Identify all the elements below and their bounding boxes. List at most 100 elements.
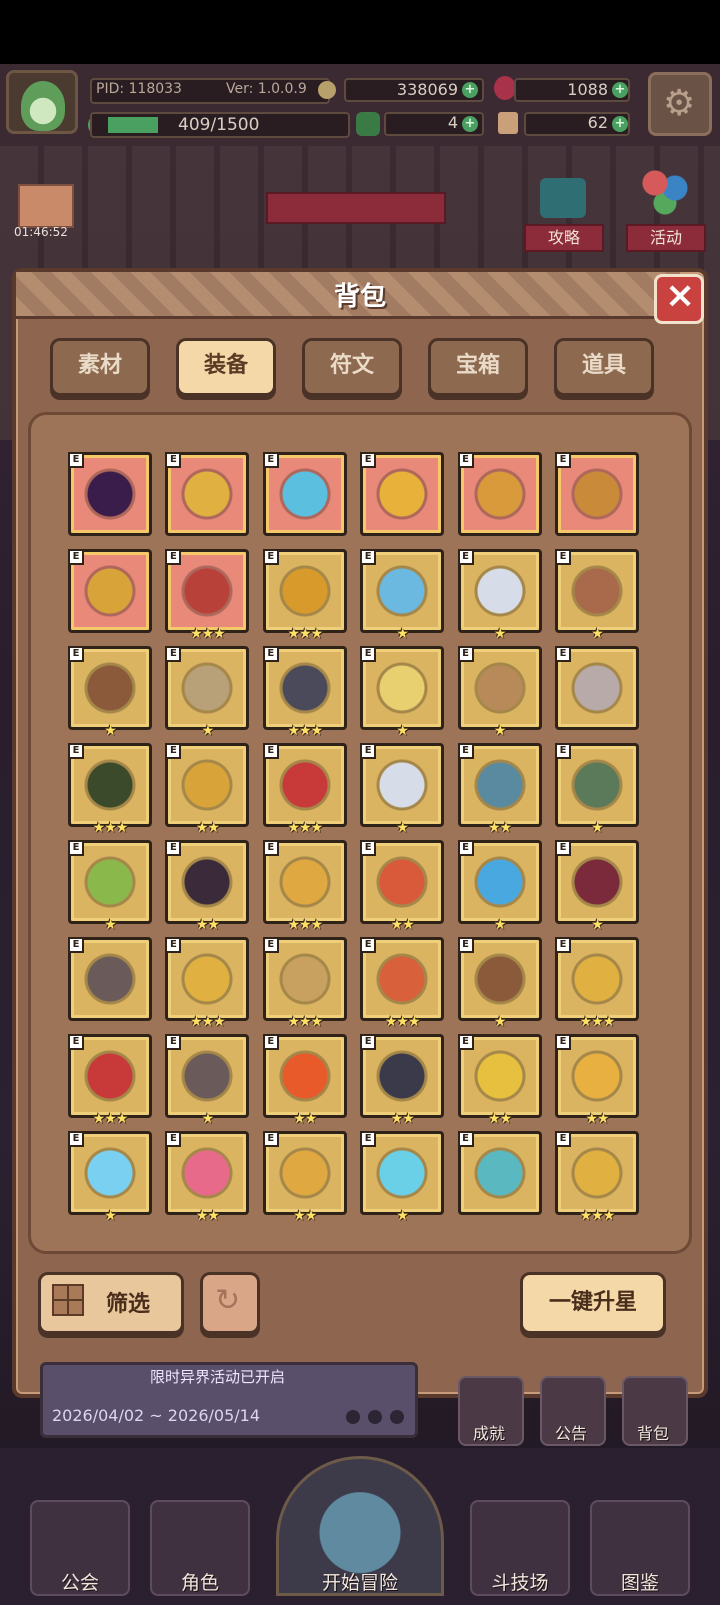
dark-gem-icon <box>373 1047 432 1105</box>
equipment-slot[interactable]: E ★ <box>457 646 542 739</box>
sun-medallion-icon <box>470 1047 529 1105</box>
equipment-slot[interactable]: E ★★ <box>360 1034 445 1127</box>
player-avatar[interactable] <box>6 70 78 134</box>
status-bar <box>0 0 720 64</box>
equipment-slot[interactable]: E ★ <box>555 840 639 933</box>
carousel-dot[interactable] <box>390 1410 404 1424</box>
star-rating: ★ <box>591 820 604 836</box>
equipment-slot[interactable]: E ★ <box>360 646 445 739</box>
equipment-slot[interactable]: E ★ <box>457 840 542 933</box>
equipment-slot[interactable]: E ★★★ <box>555 1131 639 1224</box>
close-button[interactable]: × <box>654 274 704 324</box>
tab-runes[interactable]: 符文 <box>302 338 402 396</box>
equipment-slot[interactable]: E <box>68 452 152 536</box>
equipment-slot[interactable]: E ★★★ <box>68 1034 152 1127</box>
equipment-slot[interactable]: E ★★ <box>360 840 445 933</box>
stone-armor-icon <box>568 659 626 717</box>
equipment-slot[interactable]: E <box>262 452 347 536</box>
equipment-slot[interactable]: E ★★★ <box>262 549 347 642</box>
equipment-slot[interactable]: E <box>165 452 250 536</box>
equipment-slot[interactable]: E ★ <box>555 549 639 642</box>
equipment-slot[interactable]: E ★★ <box>262 1034 347 1127</box>
gift-icon[interactable] <box>18 184 74 228</box>
news-date: 2026/04/02 ~ 2026/05/14 <box>52 1406 261 1425</box>
equipment-slot[interactable]: E <box>555 452 639 536</box>
gem-plus-icon[interactable]: + <box>612 82 628 98</box>
equipment-slot[interactable]: E ★ <box>68 840 152 933</box>
carousel-dot[interactable] <box>346 1410 360 1424</box>
equipment-slot[interactable]: E ★★ <box>555 1034 639 1127</box>
equipment-slot[interactable]: E ★★★ <box>360 937 445 1030</box>
dark-orb-icon <box>81 465 139 523</box>
equipment-slot[interactable]: E ★★★ <box>262 840 347 933</box>
bow-icon <box>178 659 237 717</box>
upgrade-all-button[interactable]: 一键升星 <box>520 1272 666 1334</box>
star-rating: ★★ <box>488 820 512 836</box>
silver-ring-icon <box>275 950 334 1008</box>
star-rating: ★★★ <box>287 626 323 642</box>
carousel-dot[interactable] <box>368 1410 382 1424</box>
equipment-slot[interactable]: E ★★★ <box>68 743 152 836</box>
backpack-label: 背包 <box>636 1424 669 1443</box>
equipment-slot[interactable]: E ★★ <box>165 1131 250 1224</box>
equipment-slot[interactable]: E <box>68 937 152 1021</box>
settings-button[interactable]: ⚙ <box>648 72 712 136</box>
equipment-slot[interactable]: E ★★★ <box>165 937 250 1030</box>
gold-ring-icon <box>470 465 529 523</box>
equipment-slot[interactable]: E <box>360 452 445 536</box>
tab-items[interactable]: 道具 <box>554 338 654 396</box>
tab-equipment[interactable]: 装备 <box>176 338 276 396</box>
star-rating: ★★★ <box>92 1111 129 1127</box>
equipment-slot[interactable]: E ★ <box>457 549 542 642</box>
gold-torc-icon <box>568 1144 626 1202</box>
equipment-slot[interactable]: E ★★★ <box>262 743 347 836</box>
star-rating: ★★ <box>195 1208 220 1224</box>
event-banner[interactable] <box>266 192 446 224</box>
gold-necklace-icon <box>275 1144 334 1202</box>
guide-button[interactable]: 攻略 <box>524 224 604 252</box>
equipment-slot[interactable]: E ★★ <box>457 1034 542 1127</box>
equipment-slot[interactable]: E ★ <box>68 1131 152 1224</box>
activity-button[interactable]: 活动 <box>626 224 706 252</box>
equipment-slot[interactable]: E <box>555 646 639 730</box>
equipment-slot[interactable]: E ★★★ <box>165 549 250 642</box>
tab-materials[interactable]: 素材 <box>50 338 150 396</box>
copy-icon[interactable] <box>318 81 336 99</box>
tab-chests[interactable]: 宝箱 <box>428 338 528 396</box>
equipment-slot[interactable]: E ★ <box>360 743 445 836</box>
clover-plus-icon[interactable]: + <box>462 116 478 132</box>
star-rating: ★★ <box>293 1208 317 1224</box>
equipment-slot[interactable]: E ★★★ <box>555 937 639 1030</box>
hooded-cloak-icon <box>81 756 139 814</box>
equipment-slot[interactable]: E ★★ <box>262 1131 347 1224</box>
equipment-slot[interactable]: E ★ <box>457 937 542 1030</box>
equipment-slot[interactable]: E ★ <box>360 1131 445 1224</box>
clover-value: 4 <box>447 113 458 132</box>
equipment-slot[interactable]: E ★★ <box>165 743 250 836</box>
boot-plus-icon[interactable]: + <box>612 116 628 132</box>
equipment-slot[interactable]: E ★★★ <box>262 937 347 1030</box>
equipment-slot[interactable]: E ★ <box>165 1034 250 1127</box>
equipment-slot[interactable]: E <box>68 549 152 633</box>
gold-plus-icon[interactable]: + <box>462 82 478 98</box>
crystal-necklace-icon <box>373 1144 432 1202</box>
equipment-slot[interactable]: E <box>457 1131 542 1215</box>
equipment-slot[interactable]: E ★★ <box>165 840 250 933</box>
star-rating: ★ <box>104 917 117 933</box>
version-text: Ver: 1.0.0.9 <box>226 81 307 97</box>
gem-value: 1088 <box>567 80 608 99</box>
equipment-slot[interactable]: E ★★★ <box>262 646 347 739</box>
equipment-slot[interactable]: E ★ <box>68 646 152 739</box>
equipment-slot[interactable]: E ★ <box>165 646 250 739</box>
equipment-slot[interactable]: E <box>457 452 542 536</box>
equipment-slot[interactable]: E ★ <box>555 743 639 836</box>
gold-bracer-icon <box>275 853 334 911</box>
chat-icon[interactable] <box>540 178 586 218</box>
balloon-icon[interactable] <box>640 168 690 218</box>
equipment-slot[interactable]: E ★ <box>360 549 445 642</box>
gem-ring-icon <box>373 950 432 1008</box>
equipment-slot[interactable]: E ★★ <box>457 743 542 836</box>
star-rating: ★ <box>396 626 409 642</box>
refresh-button[interactable]: ↻ <box>200 1272 260 1334</box>
news-title: 限时异界活动已开启 <box>150 1368 286 1386</box>
